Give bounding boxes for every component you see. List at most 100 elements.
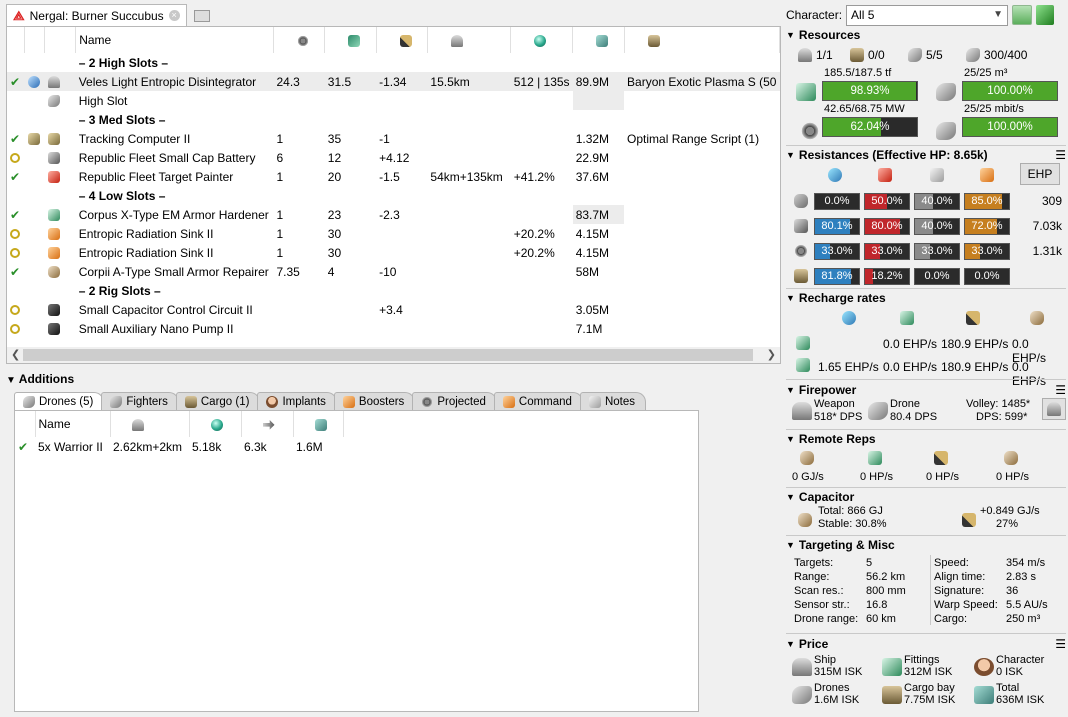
column-name[interactable]: Name	[75, 27, 274, 53]
character-select[interactable]: All 5 ▼	[846, 4, 1009, 26]
stat-row: Warp Speed: 5.5 AU/s	[934, 599, 1064, 613]
ehp-button[interactable]: EHP	[1020, 163, 1060, 185]
remote-reps-header[interactable]: ▼ Remote Reps	[786, 431, 1066, 447]
fitting-grid: Name – 2 High Slots – ✔ Veles Light Entrop…	[6, 26, 781, 364]
module-cell-c6: 4.15M	[575, 226, 610, 241]
menu-icon[interactable]: ☰	[1055, 637, 1066, 651]
module-cell-c5	[511, 91, 573, 110]
tab-label: Boosters	[358, 396, 405, 408]
column-range[interactable]	[427, 27, 512, 53]
module-state[interactable]	[7, 91, 25, 110]
offline-ring-icon	[10, 153, 20, 164]
slot-header-row[interactable]: – 2 Rig Slots –	[7, 281, 780, 300]
price-value: 1.6M ISK	[814, 694, 860, 706]
tab-projected[interactable]: Projected	[412, 392, 497, 411]
stat-label: Warp Speed:	[934, 599, 998, 611]
capacitor-rate-icon	[962, 513, 976, 527]
drone-column-name[interactable]: Name	[35, 411, 111, 437]
stat-row: Targets: 5	[794, 557, 928, 571]
drone-column-speed[interactable]	[189, 411, 242, 437]
tab-command[interactable]: Command	[493, 392, 583, 411]
column-price[interactable]	[572, 27, 625, 53]
reinforced-icon	[796, 336, 810, 350]
module-state[interactable]	[7, 300, 25, 319]
active-check-icon[interactable]: ✔	[18, 440, 28, 454]
module-state[interactable]	[7, 224, 25, 243]
horizontal-scrollbar[interactable]: ❮ ❯	[7, 347, 780, 363]
tab-cargo[interactable]: Cargo (1)	[175, 392, 261, 411]
module-state[interactable]	[7, 148, 25, 167]
module-cell-c7	[624, 205, 779, 224]
additions-header[interactable]: ▼ Additions	[6, 372, 74, 386]
module-row[interactable]: ✔ Tracking Computer II 1 35 -1 1.32M Optimal R…	[7, 129, 780, 148]
drone-column-range[interactable]	[110, 411, 190, 437]
column-power[interactable]	[324, 27, 377, 53]
module-state[interactable]: ✔	[7, 205, 25, 224]
new-tab-icon[interactable]	[194, 10, 211, 23]
module-cell-c4	[427, 224, 510, 243]
module-state[interactable]: ✔	[7, 167, 25, 186]
firepower-header[interactable]: ▼ Firepower ☰	[786, 382, 1066, 398]
tab-label: Fighters	[126, 396, 168, 408]
module-row[interactable]: ✔ Corpii A-Type Small Armor Repairer 7.35 4…	[7, 262, 780, 281]
targeting-header[interactable]: ▼ Targeting & Misc	[786, 537, 1066, 553]
module-cell-c6: 58M	[575, 264, 600, 279]
scroll-left-icon[interactable]: ❮	[11, 348, 20, 361]
close-icon[interactable]: ×	[168, 10, 180, 21]
slot-header-label: – 4 Low Slots –	[78, 188, 166, 203]
column-capacitor[interactable]	[376, 27, 428, 53]
firepower-title: Firepower	[798, 383, 857, 397]
module-state[interactable]: ✔	[7, 262, 25, 281]
slot-header-row[interactable]: – 2 High Slots –	[7, 53, 780, 72]
module-name: Entropic Radiation Sink II	[78, 226, 214, 241]
module-row[interactable]: Small Auxiliary Nano Pump II 7.1M	[7, 319, 780, 338]
tab-boosters[interactable]: Boosters	[333, 392, 416, 411]
module-row[interactable]: Entropic Radiation Sink II 1 30 +20.2% 4.15M	[7, 224, 780, 243]
column-charges[interactable]	[510, 27, 574, 53]
module-row[interactable]: ✔ Veles Light Entropic Disintegrator 24.3 3…	[7, 72, 780, 91]
ammo-icon	[647, 34, 660, 47]
module-row[interactable]: ✔ Republic Fleet Target Painter 1 20 -1.5 54k…	[7, 167, 780, 186]
damage-pattern-button[interactable]	[1042, 398, 1066, 420]
resistances-header[interactable]: ▼ Resistances (Effective HP: 8.65k) ☰	[786, 147, 1066, 163]
scroll-right-icon[interactable]: ❯	[767, 348, 776, 361]
recharge-title: Recharge rates	[798, 291, 886, 305]
drone-column-price[interactable]	[293, 411, 344, 437]
drone-bay-icon	[936, 83, 956, 101]
module-state[interactable]	[7, 243, 25, 262]
module-cell-c1: 1	[276, 226, 284, 241]
cpu-bar: 98.93%	[822, 81, 918, 101]
menu-icon[interactable]: ☰	[1055, 383, 1066, 397]
column-ammo[interactable]	[624, 27, 780, 53]
scrollbar-thumb[interactable]	[23, 349, 753, 361]
module-state[interactable]: ✔	[7, 129, 25, 148]
module-cell-c4	[427, 319, 510, 338]
capacitor-header[interactable]: ▼ Capacitor	[786, 489, 1066, 505]
module-row[interactable]: ✔ Corpus X-Type EM Armor Hardener 1 23 -2.3 8…	[7, 205, 780, 224]
tab-notes[interactable]: Notes	[579, 392, 647, 411]
tab-fighters[interactable]: Fighters	[101, 392, 179, 411]
range-icon	[450, 34, 463, 47]
module-state[interactable]: ✔	[7, 72, 25, 91]
price-item-icon	[882, 658, 902, 676]
slot-header-row[interactable]: – 4 Low Slots –	[7, 186, 780, 205]
module-state[interactable]	[7, 319, 25, 338]
module-row[interactable]: Entropic Radiation Sink II 1 30 +20.2% 4.15M	[7, 243, 780, 262]
column-cpu[interactable]	[273, 27, 326, 53]
fit-tab[interactable]: ⟁ Nergal: Burner Succubus ×	[6, 4, 187, 26]
price-header[interactable]: ▼ Price ☰	[786, 636, 1066, 652]
module-cell-c7	[624, 167, 779, 186]
recharge-header[interactable]: ▼ Recharge rates	[786, 290, 1066, 306]
tab-drones[interactable]: Drones (5)	[14, 392, 105, 411]
module-row[interactable]: Small Capacitor Control Circuit II +3.4 3.…	[7, 300, 780, 319]
module-row[interactable]: High Slot	[7, 91, 780, 110]
slot-header-row[interactable]: – 3 Med Slots –	[7, 110, 780, 129]
module-row[interactable]: Republic Fleet Small Cap Battery 6 12 +4.12…	[7, 148, 780, 167]
drone-row[interactable]: ✔ 5x Warrior II 2.62km+2km 5.18k 6.3k 1.6M	[15, 437, 343, 456]
refresh-character-button[interactable]	[1012, 5, 1033, 25]
drone-column-dps[interactable]	[241, 411, 294, 437]
resources-header[interactable]: ▼ Resources	[786, 27, 1066, 43]
character-editor-button[interactable]	[1036, 5, 1055, 25]
menu-icon[interactable]: ☰	[1055, 148, 1066, 162]
tab-implants[interactable]: Implants	[257, 392, 337, 411]
